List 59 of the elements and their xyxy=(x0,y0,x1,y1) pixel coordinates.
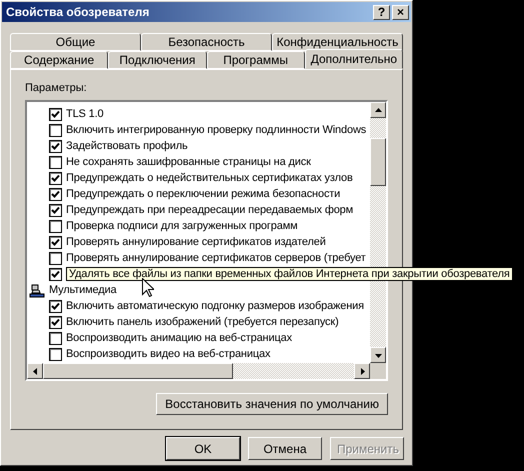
checkbox[interactable] xyxy=(49,252,62,264)
checkbox[interactable] xyxy=(49,124,62,136)
option-label: Предупреждать при переадресации передаваемых форм xyxy=(66,204,354,216)
window-title: Свойства обозревателя xyxy=(6,5,150,19)
checkbox[interactable] xyxy=(49,348,62,360)
horizontal-scrollbar[interactable] xyxy=(27,363,370,379)
option-label: Воспроизводить видео на веб-страницах xyxy=(66,348,270,360)
option-label: Проверка подписи для загруженных программ xyxy=(66,220,298,232)
checkbox[interactable] xyxy=(49,332,62,344)
tooltip: Удалять все файлы из папки временных файлов Интернета при закрытии обозревателя xyxy=(66,267,513,281)
dialog-button[interactable]: Отмена xyxy=(248,437,322,460)
option-label: TLS 1.0 xyxy=(66,108,104,120)
settings-label: Параметры: xyxy=(25,82,88,94)
down-arrow-icon xyxy=(374,352,382,358)
left-arrow-icon xyxy=(32,368,38,374)
tab[interactable]: Конфиденциальность xyxy=(272,33,403,51)
scroll-thumb[interactable] xyxy=(370,138,386,186)
group-label: Мультимедиа xyxy=(49,284,116,296)
multimedia-icon xyxy=(29,282,45,298)
option-label: Включить панель изображений (требуется перезапуск) xyxy=(66,316,339,328)
option-label: Включить автоматическую подгонку размеров изображения xyxy=(66,300,364,312)
option-label: Включить интегрированную проверку подлинности Windows xyxy=(66,124,366,136)
help-button[interactable]: ? xyxy=(373,4,390,20)
scroll-up-button[interactable] xyxy=(370,102,386,118)
scroll-left-button[interactable] xyxy=(27,363,43,379)
option-label: Предупреждать о недействительных сертификатах узлов xyxy=(66,172,353,184)
option-label: Предупреждать о переключении режима безопасности xyxy=(66,188,340,200)
tab[interactable]: Подключения xyxy=(108,51,206,69)
tab[interactable]: Программы xyxy=(206,51,305,69)
option-label: Проверять аннулирование сертификатов издателей xyxy=(66,236,326,248)
checkbox[interactable] xyxy=(49,140,62,152)
checkbox[interactable] xyxy=(49,268,62,280)
option-label: Воспроизводить анимацию на веб-страницах xyxy=(66,332,292,344)
scrollbar-corner xyxy=(370,363,386,379)
checkbox[interactable] xyxy=(49,220,62,232)
checkbox[interactable] xyxy=(49,188,62,200)
up-arrow-icon xyxy=(374,106,382,114)
close-button[interactable]: × xyxy=(392,4,409,20)
option-label: Задействовать профиль xyxy=(66,140,188,152)
checkbox[interactable] xyxy=(49,172,62,184)
checkbox[interactable] xyxy=(49,156,62,168)
checkbox[interactable] xyxy=(49,204,62,216)
scroll-thumb[interactable] xyxy=(43,363,233,379)
checkbox[interactable] xyxy=(49,300,62,312)
dialog-button[interactable]: OK xyxy=(166,437,240,460)
checkbox[interactable] xyxy=(49,236,62,248)
option-label: Проверять аннулирование сертификатов серверов (требует xyxy=(66,252,366,264)
option-label: Не сохранять зашифрованные страницы на диск xyxy=(66,156,311,168)
mouse-pointer-icon xyxy=(142,278,154,297)
tab[interactable]: Содержание xyxy=(10,51,108,69)
scroll-down-button[interactable] xyxy=(370,347,386,363)
tab[interactable]: Общие xyxy=(10,33,141,51)
checkbox[interactable] xyxy=(49,316,62,328)
restore-defaults-button[interactable]: Восстановить значения по умолчанию xyxy=(156,393,388,415)
checkbox[interactable] xyxy=(49,108,62,120)
tab[interactable]: Безопасность xyxy=(141,33,272,51)
scroll-right-button[interactable] xyxy=(354,363,370,379)
tab[interactable]: Дополнительно xyxy=(304,49,403,69)
right-arrow-icon xyxy=(358,368,366,374)
